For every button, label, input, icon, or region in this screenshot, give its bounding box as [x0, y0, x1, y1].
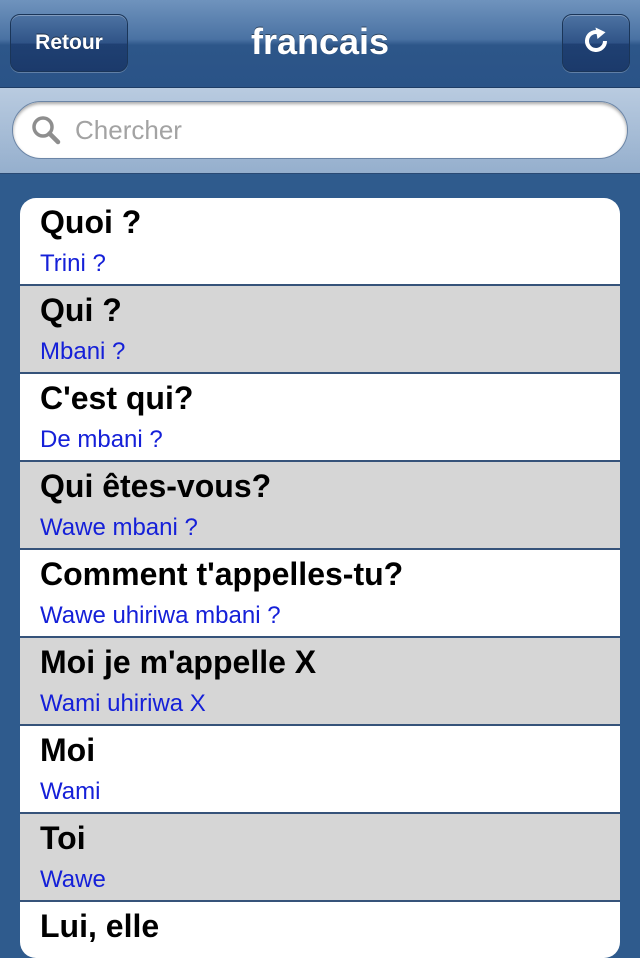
phrase-translation: De mbani ? [40, 426, 163, 453]
phrase-translation: Trini ? [40, 250, 106, 277]
phrase-french: Qui ? [40, 292, 122, 328]
phrase-french: Qui êtes-vous? [40, 468, 272, 504]
phrase-french: Toi [40, 820, 86, 856]
refresh-icon [581, 26, 611, 61]
phrase-translation: Wawe uhiriwa mbani ? [40, 602, 281, 629]
phrase-french: Moi je m'appelle X [40, 644, 317, 680]
list-item[interactable]: Lui, elle [20, 902, 620, 958]
phrase-list: Quoi ? Trini ? Qui ? Mbani ? C'est qui? … [20, 198, 620, 958]
phrase-translation: Wawe [40, 866, 106, 893]
phrase-french: Moi [40, 732, 96, 768]
phrase-translation: Mbani ? [40, 338, 126, 365]
phrase-translation: Wami uhiriwa X [40, 690, 206, 717]
phrase-french: Comment t'appelles-tu? [40, 556, 404, 592]
search-icon [31, 115, 61, 145]
list-item[interactable]: Moi je m'appelle X Wami uhiriwa X [20, 638, 620, 726]
refresh-button[interactable] [562, 14, 630, 72]
navigation-bar: Retour francais [0, 0, 640, 88]
back-button[interactable]: Retour [10, 14, 128, 72]
search-input[interactable] [75, 114, 575, 146]
list-item[interactable]: Qui êtes-vous? Wawe mbani ? [20, 462, 620, 550]
phrase-translation: Wawe mbani ? [40, 514, 198, 541]
phrase-french: C'est qui? [40, 380, 194, 416]
phrase-french: Quoi ? [40, 204, 142, 240]
list-item[interactable]: C'est qui? De mbani ? [20, 374, 620, 462]
list-item[interactable]: Quoi ? Trini ? [20, 198, 620, 286]
page-title: francais [250, 21, 390, 62]
phrase-translation: Wami [40, 778, 101, 805]
list-item[interactable]: Qui ? Mbani ? [20, 286, 620, 374]
phrase-french: Lui, elle [40, 908, 160, 944]
search-bar [0, 88, 640, 174]
list-item[interactable]: Comment t'appelles-tu? Wawe uhiriwa mban… [20, 550, 620, 638]
list-item[interactable]: Toi Wawe [20, 814, 620, 902]
back-button-label: Retour [35, 31, 103, 54]
search-field[interactable] [12, 101, 628, 159]
list-item[interactable]: Moi Wami [20, 726, 620, 814]
